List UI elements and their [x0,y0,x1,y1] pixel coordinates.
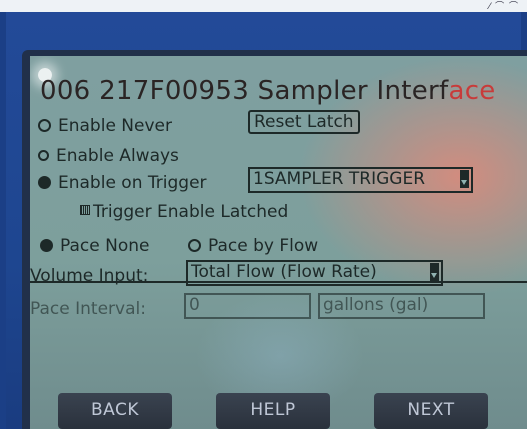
units-value: gallons (gal) [323,295,429,315]
title-tail: ace [448,76,496,106]
enable-never-label: Enable Never [58,116,172,136]
page-title: 006 217F00953 Sampler Interface [40,76,496,106]
units-select[interactable]: gallons (gal) [318,293,485,319]
trigger-enable-latched-checkbox[interactable]: Trigger Enable Latched [80,202,288,222]
title-text: 006 217F00953 Sampler Interf [40,76,449,106]
radio-icon [38,118,51,132]
trigger-select[interactable]: 1SAMPLER TRIGGER [248,167,473,193]
reset-latch-button[interactable]: Reset Latch [248,110,360,134]
pace-by-flow-label: Pace by Flow [208,236,319,256]
top-strip: ⁄ ⌒ ⌒ [0,0,527,12]
radio-selected-icon [40,238,53,252]
radio-selected-icon [38,175,51,189]
enable-on-trigger-label: Enable on Trigger [58,173,207,193]
checkbox-icon [80,205,90,215]
volume-input-value: Total Flow (Flow Rate) [191,262,377,282]
radio-enable-on-trigger[interactable]: Enable on Trigger [38,173,207,193]
volume-input-label: Volume Input: [30,266,149,286]
lcd-screen: 006 217F00953 Sampler Interface Enable N… [30,56,527,429]
pace-interval-input[interactable]: 0 [184,293,311,319]
radio-enable-always[interactable]: Enable Always [38,146,179,166]
help-button[interactable]: HELP [216,393,330,429]
radio-enable-never[interactable]: Enable Never [38,116,172,136]
chevron-down-icon [430,263,439,281]
radio-icon [188,238,201,252]
radio-pace-none[interactable]: Pace None [40,236,149,256]
enable-always-label: Enable Always [56,146,179,166]
radio-pace-by-flow[interactable]: Pace by Flow [188,236,318,256]
cropped-text: ⁄ ⌒ ⌒ [488,2,519,12]
trigger-enable-latched-label: Trigger Enable Latched [93,202,289,222]
back-button[interactable]: BACK [58,393,172,429]
pace-none-label: Pace None [60,236,150,256]
radio-icon [38,149,49,161]
trigger-select-value: 1SAMPLER TRIGGER [253,169,426,189]
chevron-down-icon [460,170,469,188]
pace-interval-label: Pace Interval: [30,299,146,319]
volume-input-select[interactable]: Total Flow (Flow Rate) [186,260,443,286]
next-button[interactable]: NEXT [374,393,488,429]
